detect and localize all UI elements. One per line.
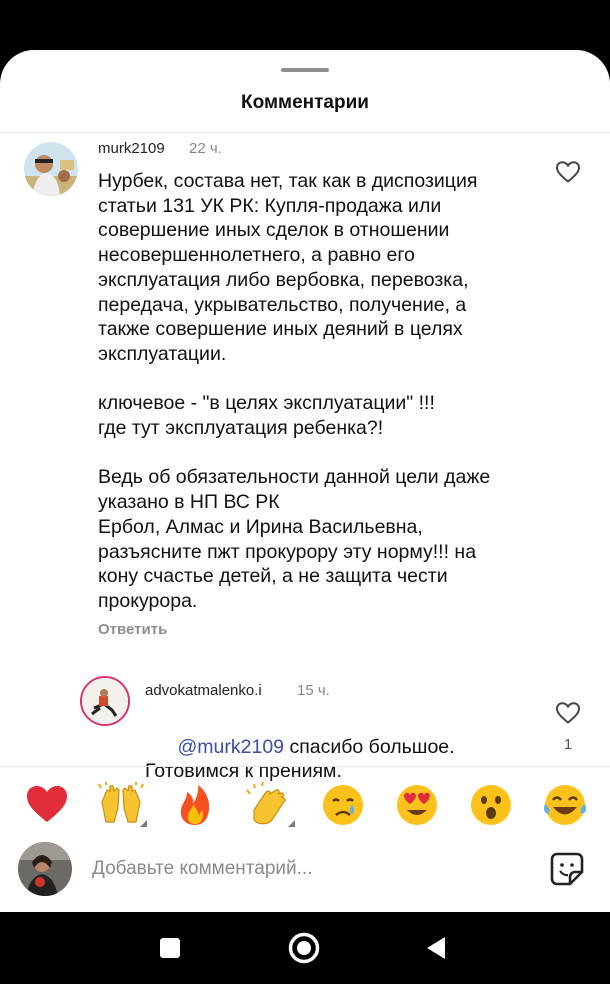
reply-time: 15 ч. bbox=[297, 682, 330, 699]
tears-of-joy-emoji[interactable] bbox=[542, 782, 588, 828]
sheet-title: Комментарии bbox=[241, 92, 369, 113]
sheet-drag-handle[interactable] bbox=[281, 68, 329, 72]
raising-hands-emoji[interactable] bbox=[98, 782, 144, 828]
home-circle-icon[interactable] bbox=[288, 932, 320, 964]
header-divider bbox=[0, 132, 610, 133]
reply-avatar[interactable] bbox=[80, 676, 130, 726]
composer-divider bbox=[0, 766, 610, 767]
astonished-face-emoji[interactable] bbox=[468, 782, 514, 828]
clapping-hands-emoji[interactable] bbox=[246, 781, 292, 828]
reply-username[interactable]: advokatmalenko.i bbox=[145, 682, 262, 699]
comments-sheet: Комментарии murk2109 22 ч. Нурбек, соста… bbox=[0, 50, 610, 912]
heart-eyes-emoji[interactable] bbox=[394, 782, 440, 828]
sticker-icon[interactable] bbox=[548, 850, 586, 888]
comment-time: 22 ч. bbox=[189, 140, 222, 157]
avatar[interactable] bbox=[24, 142, 78, 196]
reaction-more-indicator bbox=[140, 820, 147, 827]
reply-text-line1: спасибо большое. bbox=[284, 735, 455, 758]
comment-input[interactable] bbox=[92, 856, 512, 882]
reply-button[interactable]: Ответить bbox=[98, 621, 167, 638]
fire-emoji[interactable] bbox=[172, 782, 218, 828]
like-count[interactable]: 1 bbox=[558, 736, 578, 753]
recents-square-icon[interactable] bbox=[160, 938, 180, 958]
screen: Комментарии murk2109 22 ч. Нурбек, соста… bbox=[0, 0, 610, 984]
crying-face-emoji[interactable] bbox=[320, 782, 366, 828]
reaction-more-indicator bbox=[288, 820, 295, 827]
reaction-bar bbox=[0, 776, 610, 834]
reply-mention[interactable]: @murk2109 bbox=[178, 736, 285, 758]
heart-outline-icon[interactable] bbox=[555, 160, 581, 184]
red-heart-emoji[interactable] bbox=[24, 782, 70, 828]
heart-outline-icon[interactable] bbox=[555, 701, 581, 725]
current-user-avatar bbox=[18, 842, 72, 896]
back-triangle-icon[interactable] bbox=[425, 936, 447, 960]
comment-username[interactable]: murk2109 bbox=[98, 140, 165, 157]
comment-text: Нурбек, состава нет, так как в диспозици… bbox=[98, 170, 491, 612]
system-navigation-bar bbox=[0, 912, 610, 984]
